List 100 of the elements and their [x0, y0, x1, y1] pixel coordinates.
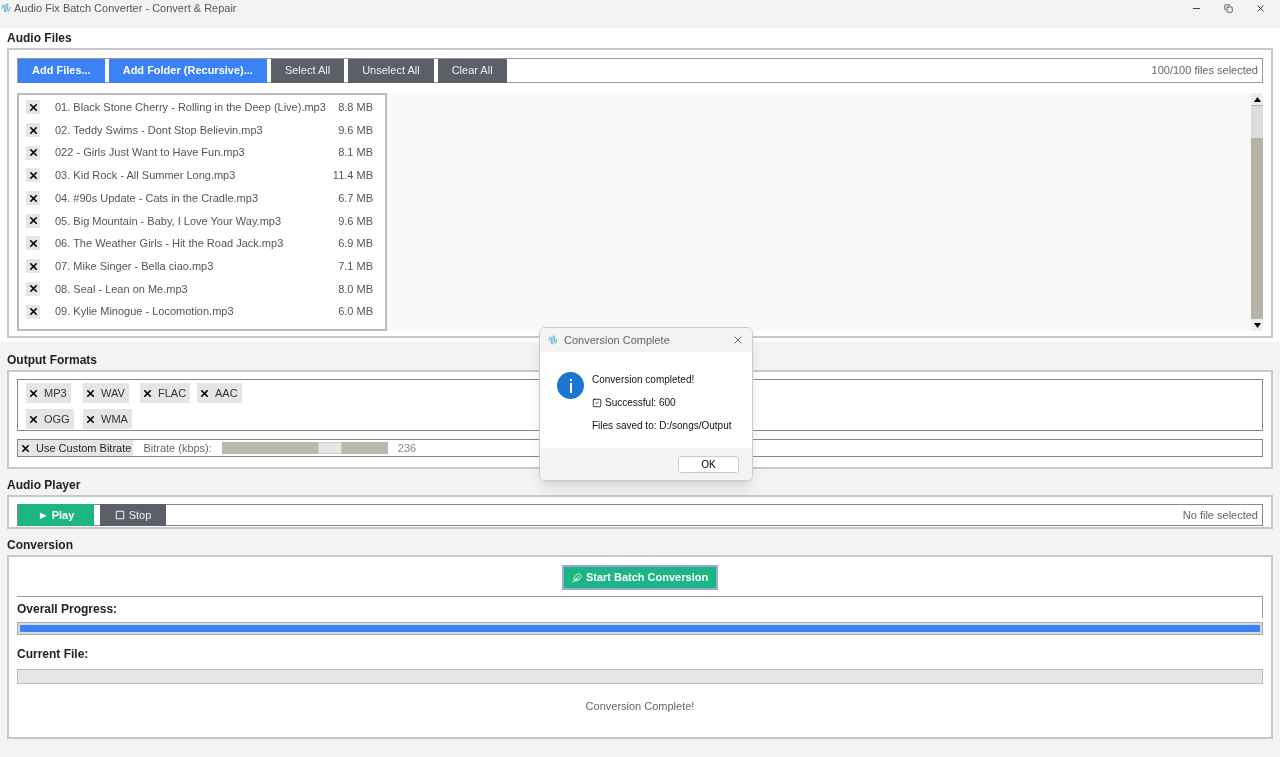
file-size: 11.4 MB [332, 168, 373, 184]
saved-path: Files saved to: D:/songs/Output [592, 419, 732, 433]
checkbox[interactable] [26, 259, 40, 274]
format-label: OGG [44, 411, 70, 427]
checkbox[interactable] [26, 123, 40, 138]
current-file-label: Current File: [17, 646, 90, 663]
toolbar-button[interactable]: Unselect All [348, 58, 434, 83]
overall-progress-label: Overall Progress: [17, 601, 119, 618]
file-row[interactable]: 01. Black Stone Cherry - Rolling in the Deep (Live).mp3 8.8 MB [19, 96, 385, 119]
dialog-title: Conversion Complete [564, 332, 670, 348]
section-heading: Conversion [6, 537, 74, 554]
scroll-up-icon[interactable] [1251, 93, 1263, 105]
ok-button[interactable]: OK [678, 455, 739, 473]
file-name: 05. Big Mountain - Baby, I Love Your Way.mp3 [55, 213, 282, 229]
stop-button[interactable]: Stop [100, 504, 166, 526]
format-label: AAC [215, 385, 238, 401]
check-x-icon [27, 306, 39, 318]
file-row[interactable]: 07. Mike Singer - Bella ciao.mp3 7.1 MB [19, 254, 385, 278]
file-name: 022 - Girls Just Want to Have Fun.mp3 [55, 145, 245, 161]
bitrate-slider[interactable] [221, 442, 388, 454]
format-label: WAV [101, 385, 125, 401]
check-x-icon [27, 192, 39, 204]
file-size: 8.8 MB [338, 100, 373, 116]
check-x-icon [27, 147, 39, 159]
slider-thumb[interactable] [317, 442, 342, 454]
file-size: 9.6 MB [338, 122, 373, 138]
file-size: 6.7 MB [338, 190, 373, 206]
player-status: No file selected [1182, 507, 1258, 523]
check-x-icon [27, 413, 39, 425]
file-row[interactable]: 04. #90s Update - Cats in the Cradle.mp3 6.7 MB [19, 186, 385, 210]
selection-count: 100/100 files selected [1151, 63, 1258, 79]
file-size: 8.0 MB [338, 281, 373, 297]
check-x-icon [27, 169, 39, 181]
restore-icon[interactable] [1224, 3, 1233, 13]
file-size: 6.0 MB [338, 304, 373, 320]
file-row[interactable]: 03. Kid Rock - All Summer Long.mp3 11.4 MB [19, 164, 385, 187]
info-icon [557, 372, 584, 399]
format-label: WMA [101, 411, 128, 427]
file-name: 09. Kylie Minogue - Locomotion.mp3 [55, 304, 234, 320]
checkbox[interactable] [26, 213, 40, 228]
file-name: 08. Seal - Lean on Me.mp3 [55, 281, 188, 297]
check-x-icon [27, 215, 39, 227]
stop-icon [114, 510, 125, 520]
checkbox[interactable] [26, 304, 40, 319]
file-row[interactable]: 09. Kylie Minogue - Locomotion.mp3 6.0 MB [19, 300, 385, 323]
window-title: Audio Fix Batch Converter - Convert & Repair [14, 0, 237, 16]
file-size: 8.1 MB [338, 145, 373, 161]
format-label: MP3 [44, 385, 67, 401]
checkbox[interactable] [26, 191, 40, 206]
file-row[interactable]: 08. Seal - Lean on Me.mp3 8.0 MB [19, 277, 385, 301]
toolbar-button[interactable]: Add Folder (Recursive)... [108, 58, 267, 83]
scroll-down-icon[interactable] [1251, 319, 1263, 331]
file-name: 07. Mike Singer - Bella ciao.mp3 [55, 258, 214, 274]
scrollbar[interactable] [1251, 93, 1263, 331]
check-x-icon [27, 101, 39, 113]
section-heading: Output Formats [6, 352, 98, 369]
close-icon[interactable] [732, 334, 744, 346]
toolbar-button[interactable]: Clear All [437, 58, 507, 83]
check-x-icon [27, 124, 39, 136]
file-size: 7.1 MB [338, 258, 373, 274]
section-heading: Audio Files [6, 30, 73, 47]
section-heading: Audio Player [6, 477, 82, 494]
scroll-thumb[interactable] [1251, 106, 1263, 138]
checkbox[interactable] [26, 145, 40, 160]
check-x-icon [27, 387, 39, 399]
check-x-icon [27, 237, 39, 249]
file-name: 03. Kid Rock - All Summer Long.mp3 [55, 168, 236, 184]
success-count: Successful: 600 [605, 396, 676, 410]
file-row[interactable]: 022 - Girls Just Want to Have Fun.mp3 8.1 MB [19, 141, 385, 165]
checkbox[interactable] [26, 168, 40, 183]
checkbox[interactable] [26, 281, 40, 296]
waveform-icon [1, 3, 11, 13]
feather-icon [571, 572, 582, 583]
check-x-icon [27, 260, 39, 272]
file-row[interactable]: 06. The Weather Girls - Hit the Road Jack.mp3 6.9 MB [19, 232, 385, 255]
format-label: FLAC [158, 385, 187, 401]
waveform-icon [548, 335, 558, 345]
file-row[interactable]: 02. Teddy Swims - Dont Stop Believin.mp3 9.6 MB [19, 118, 385, 142]
file-name: 01. Black Stone Cherry - Rolling in the Deep (Live).mp3 [55, 100, 326, 116]
checkbox[interactable] [26, 236, 40, 251]
toolbar-button[interactable]: Select All [270, 58, 345, 83]
check-x-icon [19, 442, 31, 454]
bitrate-label: Bitrate (kbps): [142, 440, 213, 456]
file-row[interactable]: 05. Big Mountain - Baby, I Love Your Way.mp3 9.6 MB [19, 209, 385, 233]
file-size: 9.6 MB [338, 213, 373, 229]
file-name: 06. The Weather Girls - Hit the Road Jack.mp3 [55, 236, 284, 252]
conversion-status: Conversion Complete! [585, 699, 695, 714]
file-name: 04. #90s Update - Cats in the Cradle.mp3 [55, 190, 258, 206]
close-icon[interactable] [1255, 2, 1266, 14]
checkbox[interactable] [26, 100, 40, 115]
toolbar-button[interactable]: Add Files... [18, 58, 105, 83]
custom-bitrate-label: Use Custom Bitrate [36, 440, 132, 456]
check-x-icon [27, 283, 39, 295]
file-size: 6.9 MB [338, 236, 373, 252]
check-x-icon [84, 413, 96, 425]
dialog-message: Conversion completed! [592, 373, 696, 387]
check-x-icon [84, 387, 96, 399]
check-x-icon [198, 387, 210, 399]
check-x-icon [141, 387, 153, 399]
checkbox-icon [592, 397, 602, 408]
